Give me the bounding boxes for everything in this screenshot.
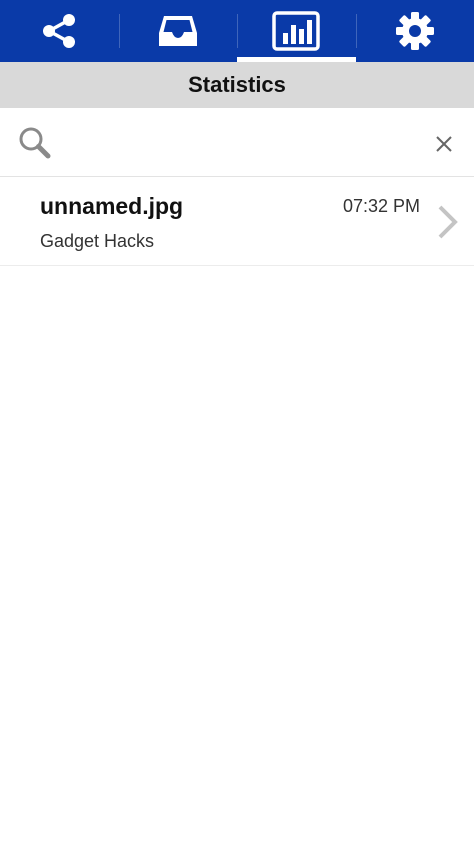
item-source: Gadget Hacks [40,231,155,251]
page-title: Statistics [188,72,286,97]
share-icon [43,14,76,48]
tab-share[interactable] [0,0,119,62]
chevron-right-icon [438,205,458,239]
close-icon [436,136,452,152]
tab-settings[interactable] [355,0,474,62]
list-item[interactable]: unnamed.jpg Gadget Hacks 07:32 PM [0,177,474,266]
search-bar [0,108,474,177]
item-filename: unnamed.jpg [40,193,184,219]
item-time: 07:32 PM [342,196,420,216]
app-screen: Statistics unnamed.jpg Gadget Hacks 07:3… [0,0,474,842]
statistics-icon [272,11,320,51]
title-bar: Statistics [0,62,474,108]
top-tab-bar [0,0,474,62]
clear-search-button[interactable] [432,132,456,156]
search-icon [19,127,51,159]
tab-inbox[interactable] [118,0,238,62]
search-input[interactable] [62,124,416,162]
file-list: unnamed.jpg Gadget Hacks 07:32 PM [0,177,474,266]
inbox-icon [158,16,197,46]
tab-statistics[interactable] [237,0,356,62]
gear-icon [395,12,434,50]
